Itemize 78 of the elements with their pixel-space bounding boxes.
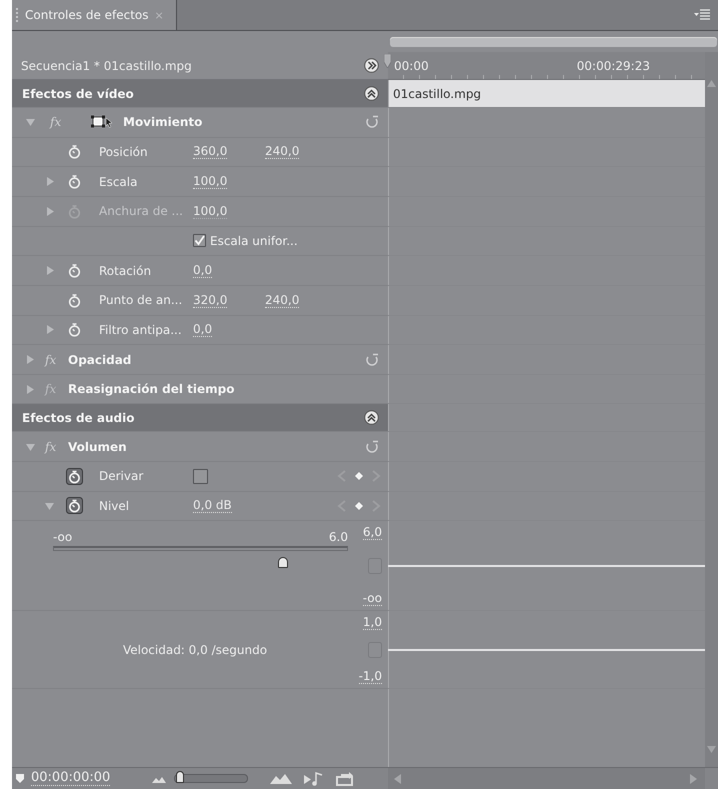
panel-tab[interactable]: Controles de efectos ×: [12, 0, 177, 30]
scroll-right-icon[interactable]: [690, 774, 697, 784]
horizontal-scrollbar[interactable]: [388, 768, 705, 789]
panel-menu-icon[interactable]: [694, 9, 710, 21]
property-name: Punto de an...: [99, 293, 182, 308]
graph-max-value[interactable]: 6,0: [362, 525, 382, 540]
zoom-in-icon[interactable]: [270, 773, 292, 784]
property-name: Anchura de ...: [99, 204, 183, 218]
play-audio-icon[interactable]: [304, 772, 324, 786]
motion-handle-icon[interactable]: [90, 115, 114, 130]
checkmark-icon: [194, 235, 205, 246]
property-name: Filtro antipa...: [99, 322, 182, 337]
effect-name: Volumen: [68, 440, 127, 454]
expand-arrow-icon[interactable]: [46, 325, 54, 334]
value-field[interactable]: 0,0: [193, 322, 212, 338]
keyframe-nav-icon[interactable]: [335, 469, 383, 484]
collapse-arrow-icon[interactable]: [45, 502, 54, 510]
value-field[interactable]: 320,0: [193, 292, 228, 308]
value-field[interactable]: 240,0: [265, 292, 300, 308]
graph-max-value[interactable]: 1,0: [362, 615, 382, 630]
expand-arrow-icon[interactable]: [26, 355, 34, 364]
property-name: Nivel: [99, 498, 130, 513]
timecode: 00:00: [394, 58, 429, 72]
effect-name: Opacidad: [68, 352, 132, 367]
fx-toggle[interactable]: fx: [45, 440, 56, 454]
slider-thumb[interactable]: [176, 771, 184, 783]
expand-arrow-icon[interactable]: [46, 266, 54, 276]
value-field[interactable]: 240,0: [265, 144, 300, 160]
property-name: Posición: [99, 144, 148, 159]
export-icon[interactable]: [336, 772, 354, 786]
current-time[interactable]: 00:00:00:00: [31, 771, 110, 786]
sequence-label: Secuencia1 * 01castillo.mpg: [21, 58, 192, 72]
collapse-icon[interactable]: [364, 410, 379, 426]
grip-icon[interactable]: [16, 7, 19, 23]
marker-icon[interactable]: [15, 773, 25, 784]
property-name: Escala: [99, 174, 138, 189]
collapse-icon[interactable]: [364, 86, 379, 101]
checkbox[interactable]: Escala unifor...: [193, 234, 298, 248]
zoom-slider[interactable]: [174, 774, 248, 783]
checkbox[interactable]: [193, 468, 208, 484]
scroll-left-icon[interactable]: [394, 774, 401, 784]
value-field[interactable]: 0,0: [193, 263, 212, 278]
clip-bar[interactable]: 01castillo.mpg: [389, 80, 705, 107]
value-field[interactable]: 360,0: [193, 144, 228, 160]
effect-name: Movimiento: [123, 115, 202, 130]
timecode: 00:00:29:23: [576, 58, 650, 72]
expand-arrow-icon[interactable]: [46, 177, 54, 186]
keyframe-nav-icon[interactable]: [335, 498, 383, 513]
effect-name: Reasignación del tiempo: [68, 382, 234, 396]
property-name: Rotación: [99, 264, 152, 278]
section-header[interactable]: Efectos de audio: [22, 410, 134, 425]
playhead-icon[interactable]: [384, 54, 391, 68]
property-name: Derivar: [99, 469, 144, 484]
stopwatch-icon[interactable]: [66, 497, 83, 514]
fx-toggle[interactable]: fx: [50, 115, 62, 130]
graph-min-value[interactable]: -1,0: [358, 669, 382, 684]
value-field[interactable]: 0,0 dB: [193, 498, 232, 514]
scroll-up-icon[interactable]: [707, 80, 716, 87]
graph-min-value[interactable]: -oo: [362, 591, 382, 606]
stopwatch-icon[interactable]: [66, 468, 83, 485]
section-header[interactable]: Efectos de vídeo: [22, 86, 134, 100]
zoom-out-icon[interactable]: [152, 774, 166, 782]
range-label: -oo: [53, 531, 72, 544]
value-field[interactable]: 100,0: [193, 174, 228, 190]
reset-icon[interactable]: [365, 115, 379, 130]
close-button[interactable]: ×: [154, 8, 164, 22]
velocity-readout: Velocidad: 0,0 /segundo: [122, 642, 268, 657]
collapse-arrow-icon[interactable]: [26, 118, 35, 126]
reset-icon[interactable]: [365, 440, 379, 454]
collapse-arrow-icon[interactable]: [26, 442, 35, 451]
range-label: 6.0: [328, 531, 348, 544]
fx-toggle[interactable]: fx: [45, 352, 56, 367]
timeline-zoom-bar[interactable]: [390, 37, 717, 47]
scroll-down-icon[interactable]: [707, 746, 716, 753]
reset-icon[interactable]: [365, 352, 379, 367]
expand-arrow-icon[interactable]: [26, 384, 34, 394]
slider-thumb[interactable]: [278, 557, 288, 568]
toggle-timeline-icon[interactable]: [364, 58, 379, 73]
